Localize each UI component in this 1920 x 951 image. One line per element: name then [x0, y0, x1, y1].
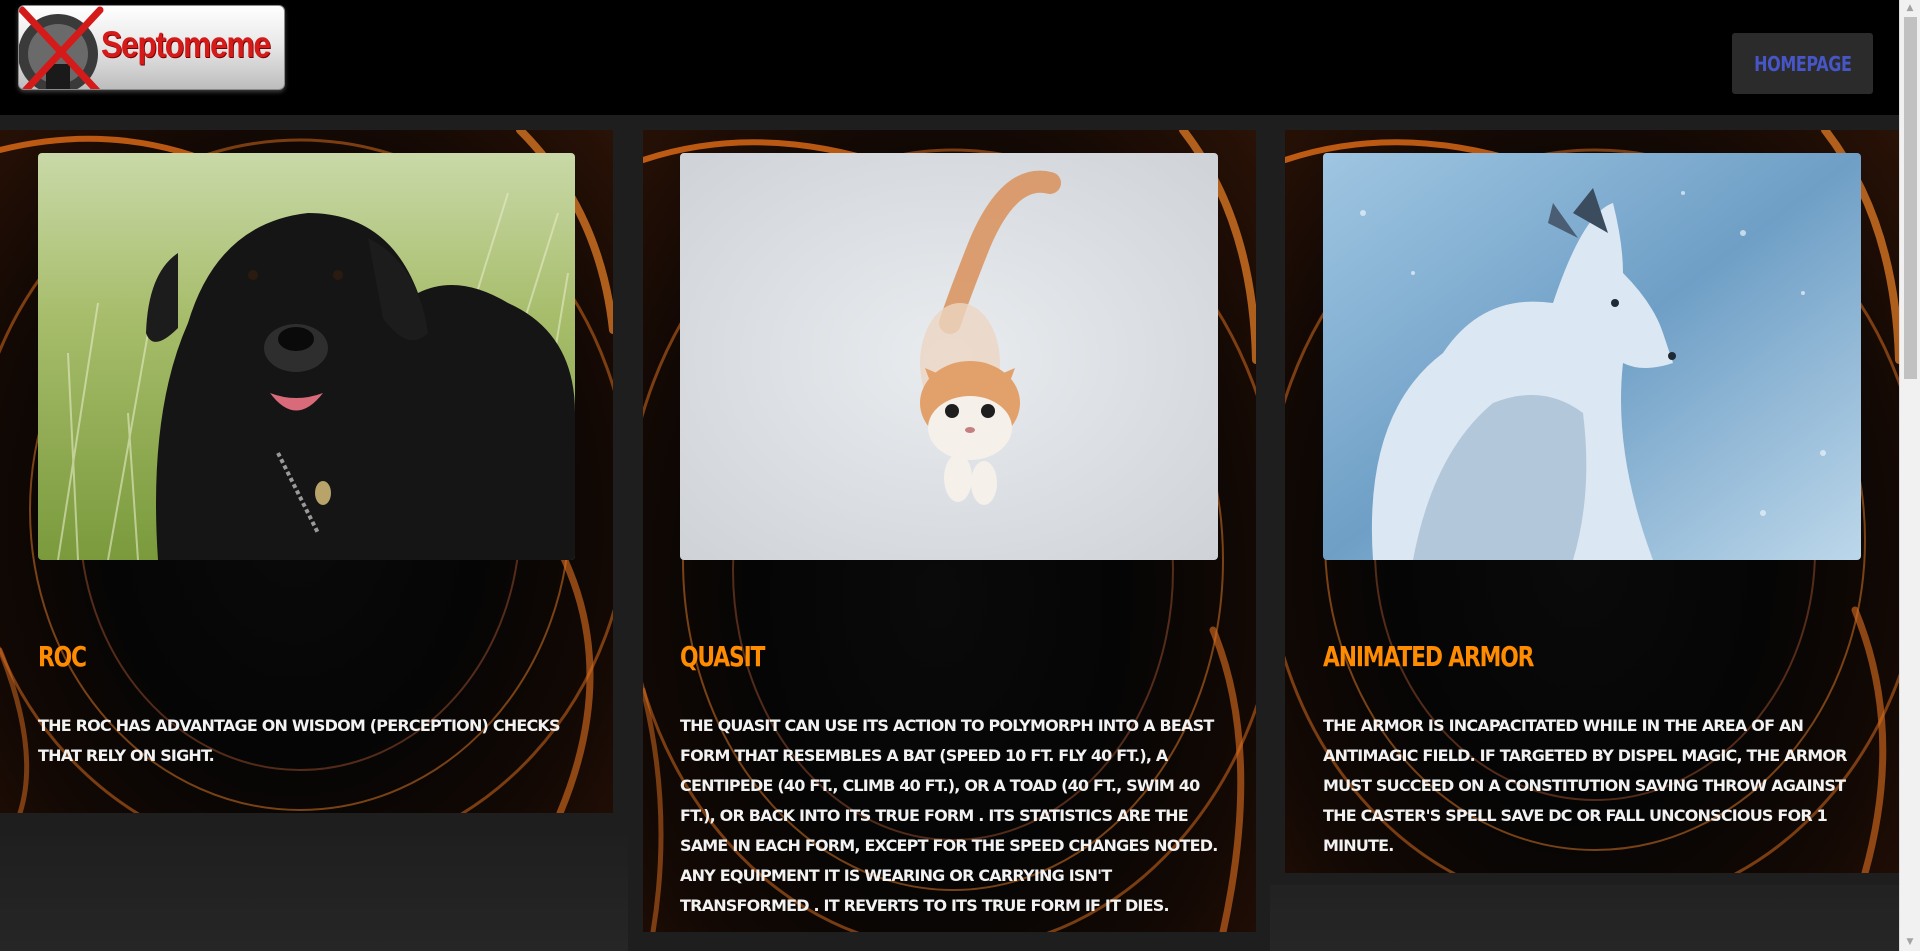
card-image	[680, 153, 1218, 560]
site-logo[interactable]: Septomeme	[18, 5, 285, 90]
fox-image	[1323, 153, 1861, 560]
cards-section: ROC THE ROC HAS ADVANTAGE ON WISDOM (PER…	[0, 115, 1899, 951]
scrollbar-thumb[interactable]	[1904, 17, 1917, 379]
card-image	[1323, 153, 1861, 560]
card-title: QUASIT	[680, 640, 765, 673]
scroll-up-arrow-icon[interactable]: ▲	[1900, 0, 1920, 17]
scroll-down-arrow-icon[interactable]: ▼	[1900, 934, 1920, 951]
card-roc: ROC THE ROC HAS ADVANTAGE ON WISDOM (PER…	[0, 130, 613, 813]
card-quasit: QUASIT THE QUASIT CAN USE ITS ACTION TO …	[643, 130, 1256, 932]
card-title: ANIMATED ARMOR	[1323, 640, 1534, 673]
kitten-image	[680, 153, 1218, 560]
vertical-scrollbar[interactable]: ▲ ▼	[1899, 0, 1920, 951]
site-header: Septomeme HOMEPAGE	[0, 0, 1899, 115]
card-title: ROC	[38, 640, 87, 673]
card-description: THE ROC HAS ADVANTAGE ON WISDOM (PERCEPT…	[38, 716, 561, 765]
homepage-button[interactable]: HOMEPAGE	[1732, 33, 1873, 94]
card-animated-armor: ANIMATED ARMOR THE ARMOR IS INCAPACITATE…	[1285, 130, 1899, 873]
card-description: THE QUASIT CAN USE ITS ACTION TO POLYMOR…	[680, 716, 1218, 915]
homepage-button-label: HOMEPAGE	[1753, 51, 1852, 76]
card-description: THE ARMOR IS INCAPACITATED WHILE IN THE …	[1323, 716, 1847, 855]
card-image	[38, 153, 575, 560]
dog-image	[38, 153, 575, 560]
logo-text: Septomeme	[101, 24, 271, 65]
